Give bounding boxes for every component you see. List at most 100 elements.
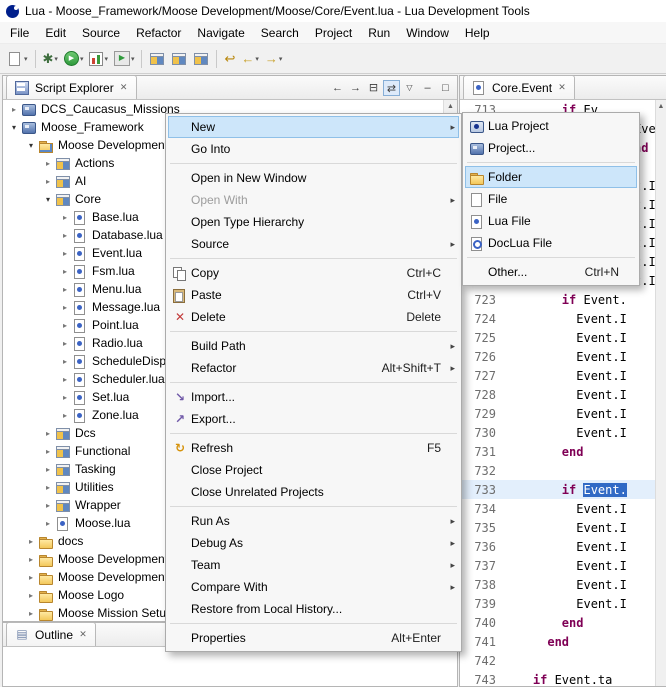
code-line[interactable]: 737 Event.I — [460, 556, 656, 575]
tab-script-explorer[interactable]: Script Explorer — [6, 75, 137, 99]
back-view-icon[interactable]: ← — [329, 80, 346, 96]
expand-arrow-icon[interactable]: ▾ — [24, 141, 38, 150]
dropdown-caret-icon[interactable]: ▾ — [24, 55, 28, 63]
expand-arrow-icon[interactable]: ▸ — [41, 429, 55, 438]
menu-item-source[interactable]: Source▸ — [168, 233, 459, 255]
submenu-item-file[interactable]: File — [465, 188, 637, 210]
code-line[interactable]: 729 Event.I — [460, 404, 656, 423]
debug-icon[interactable]: ✱▾ — [41, 47, 60, 71]
code-line[interactable]: 733 if Event. — [460, 480, 656, 499]
menu-item-open-with[interactable]: Open With▸ — [168, 189, 459, 211]
tab-core-event[interactable]: Core.Event — [463, 75, 575, 99]
scroll-up-icon[interactable]: ▲ — [656, 100, 666, 113]
expand-arrow-icon[interactable]: ▾ — [41, 195, 55, 204]
menu-item-copy[interactable]: CopyCtrl+C — [168, 262, 459, 284]
menu-item-compare-with[interactable]: Compare With▸ — [168, 576, 459, 598]
menu-item-restore-from-local-history[interactable]: Restore from Local History... — [168, 598, 459, 620]
code-line[interactable]: 738 Event.I — [460, 575, 656, 594]
code-line[interactable]: 728 Event.I — [460, 385, 656, 404]
expand-arrow-icon[interactable]: ▸ — [58, 321, 72, 330]
code-line[interactable]: 732 — [460, 461, 656, 480]
forward-icon[interactable]: →▾ — [263, 47, 285, 71]
expand-arrow-icon[interactable]: ▸ — [58, 375, 72, 384]
code-line[interactable]: 724 Event.I — [460, 309, 656, 328]
table-icon-3[interactable] — [191, 47, 211, 71]
menubar-item-navigate[interactable]: Navigate — [189, 24, 252, 42]
code-line[interactable]: 725 Event.I — [460, 328, 656, 347]
code-line[interactable]: 734 Event.I — [460, 499, 656, 518]
expand-arrow-icon[interactable]: ▸ — [58, 339, 72, 348]
code-line[interactable]: 727 Event.I — [460, 366, 656, 385]
table-icon-1[interactable] — [147, 47, 167, 71]
menubar-item-refactor[interactable]: Refactor — [128, 24, 189, 42]
dropdown-caret-icon[interactable]: ▾ — [80, 55, 84, 63]
maximize-icon[interactable]: □ — [437, 80, 454, 96]
menu-item-export[interactable]: ↗Export... — [168, 408, 459, 430]
menu-item-debug-as[interactable]: Debug As▸ — [168, 532, 459, 554]
menu-item-close-project[interactable]: Close Project — [168, 459, 459, 481]
code-line[interactable]: 730 Event.I — [460, 423, 656, 442]
menu-item-refactor[interactable]: RefactorAlt+Shift+T▸ — [168, 357, 459, 379]
expand-arrow-icon[interactable]: ▸ — [24, 537, 38, 546]
submenu-item-folder[interactable]: Folder — [465, 166, 637, 188]
forward-view-icon[interactable]: → — [347, 80, 364, 96]
menu-item-properties[interactable]: PropertiesAlt+Enter — [168, 627, 459, 649]
close-icon[interactable] — [78, 629, 88, 640]
dropdown-caret-icon[interactable]: ▾ — [54, 55, 58, 63]
expand-arrow-icon[interactable]: ▸ — [24, 573, 38, 582]
menu-item-team[interactable]: Team▸ — [168, 554, 459, 576]
menu-item-run-as[interactable]: Run As▸ — [168, 510, 459, 532]
code-line[interactable]: 723 if Event. — [460, 290, 656, 309]
code-line[interactable]: 735 Event.I — [460, 518, 656, 537]
tab-outline[interactable]: ▤ Outline — [6, 622, 96, 646]
expand-arrow-icon[interactable]: ▸ — [58, 303, 72, 312]
run-icon[interactable]: ▶▾ — [62, 47, 86, 71]
scroll-up-icon[interactable]: ▲ — [444, 100, 457, 113]
dropdown-caret-icon[interactable]: ▾ — [279, 55, 283, 63]
minimize-icon[interactable]: – — [419, 80, 436, 96]
menu-item-go-into[interactable]: Go Into — [168, 138, 459, 160]
code-line[interactable]: 731 end — [460, 442, 656, 461]
expand-arrow-icon[interactable]: ▸ — [58, 285, 72, 294]
expand-arrow-icon[interactable]: ▸ — [41, 159, 55, 168]
menu-item-open-in-new-window[interactable]: Open in New Window — [168, 167, 459, 189]
expand-arrow-icon[interactable]: ▸ — [24, 555, 38, 564]
expand-arrow-icon[interactable]: ▸ — [58, 267, 72, 276]
dropdown-caret-icon[interactable]: ▾ — [131, 55, 135, 63]
submenu-item-lua-project[interactable]: Lua Project — [465, 115, 637, 137]
menu-item-close-unrelated-projects[interactable]: Close Unrelated Projects — [168, 481, 459, 503]
expand-arrow-icon[interactable]: ▸ — [41, 519, 55, 528]
menubar-item-file[interactable]: File — [2, 24, 37, 42]
expand-arrow-icon[interactable]: ▸ — [24, 591, 38, 600]
menu-item-import[interactable]: ↘Import... — [168, 386, 459, 408]
expand-arrow-icon[interactable]: ▸ — [7, 105, 21, 114]
coverage-icon[interactable]: ▾ — [87, 47, 110, 71]
menubar-item-project[interactable]: Project — [307, 24, 360, 42]
dropdown-caret-icon[interactable]: ▾ — [255, 55, 259, 63]
expand-arrow-icon[interactable]: ▸ — [24, 609, 38, 618]
link-with-editor-icon[interactable]: ⇄ — [383, 80, 400, 96]
code-line[interactable]: 742 — [460, 651, 656, 670]
back-icon[interactable]: ←▾ — [239, 47, 261, 71]
expand-arrow-icon[interactable]: ▸ — [41, 177, 55, 186]
code-line[interactable]: 741 end — [460, 632, 656, 651]
menu-item-delete[interactable]: ✕DeleteDelete — [168, 306, 459, 328]
external-tools-icon[interactable]: ▶▾ — [112, 47, 137, 71]
expand-arrow-icon[interactable]: ▸ — [41, 483, 55, 492]
menu-item-open-type-hierarchy[interactable]: Open Type Hierarchy — [168, 211, 459, 233]
new-wizard-icon[interactable]: ▾ — [5, 47, 30, 71]
menubar-item-edit[interactable]: Edit — [37, 24, 74, 42]
expand-arrow-icon[interactable]: ▸ — [58, 411, 72, 420]
menu-item-paste[interactable]: PasteCtrl+V — [168, 284, 459, 306]
submenu-item-project[interactable]: Project... — [465, 137, 637, 159]
code-line[interactable]: 743 if Event.ta — [460, 670, 656, 686]
menu-item-build-path[interactable]: Build Path▸ — [168, 335, 459, 357]
menubar-item-run[interactable]: Run — [360, 24, 398, 42]
menubar-item-search[interactable]: Search — [253, 24, 307, 42]
submenu-item-lua-file[interactable]: Lua File — [465, 210, 637, 232]
collapse-all-icon[interactable]: ⊟ — [365, 80, 382, 96]
editor-scrollbar[interactable]: ▲ — [655, 100, 666, 686]
expand-arrow-icon[interactable]: ▸ — [58, 213, 72, 222]
submenu-item-doclua-file[interactable]: DocLua File — [465, 232, 637, 254]
close-icon[interactable] — [557, 82, 567, 93]
